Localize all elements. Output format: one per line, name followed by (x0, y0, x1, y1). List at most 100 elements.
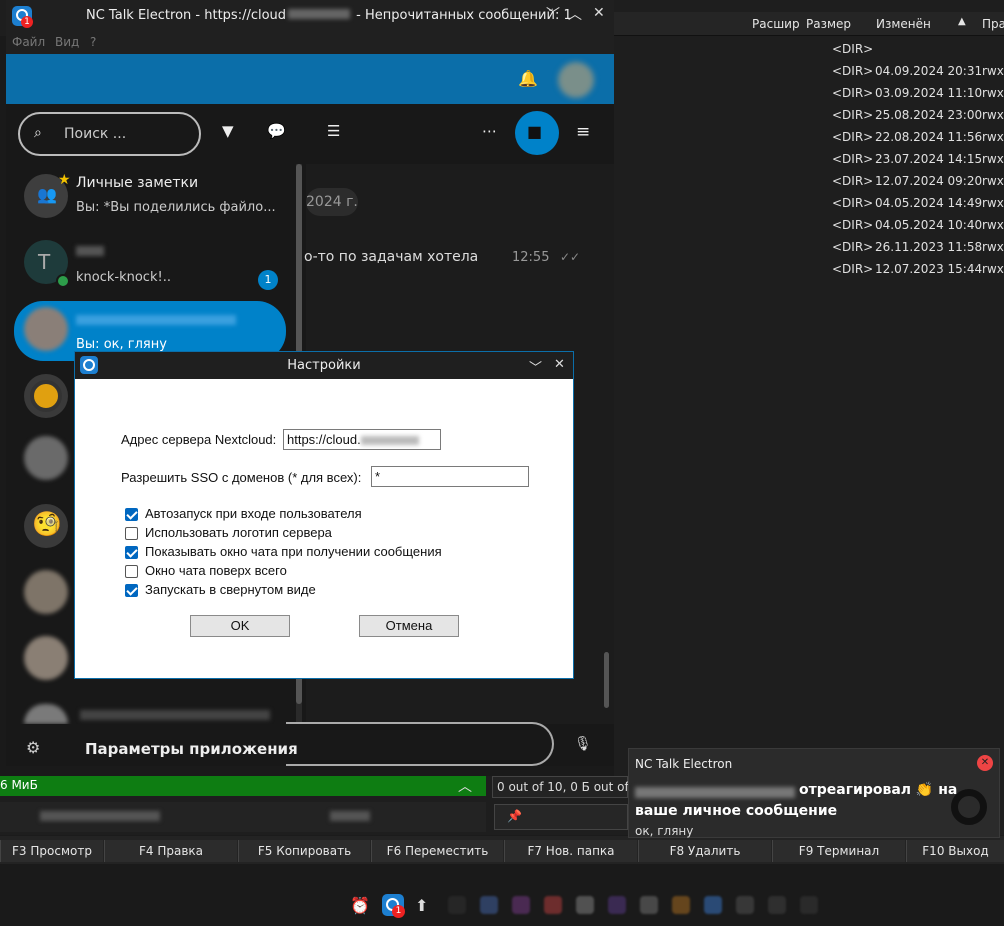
fkey-button[interactable]: F8 Удалить (638, 840, 771, 862)
app-settings-label[interactable]: Параметры приложения (85, 740, 298, 758)
toast-notification[interactable]: NC Talk Electron ✕ отреагировал 👏 на ваш… (628, 748, 1000, 838)
tray-app-icon[interactable] (448, 896, 466, 914)
row-size: <DIR> (832, 196, 874, 210)
alarm-icon[interactable]: ⏰ (350, 896, 370, 915)
column-size[interactable]: Размер (806, 17, 851, 31)
file-row[interactable]: <DIR> 04.09.2024 20:31 rwx (614, 60, 1004, 82)
row-date: 26.11.2023 11:58 (875, 240, 983, 254)
fkey-button[interactable]: F3 Просмотр (0, 840, 103, 862)
option-checkbox[interactable] (125, 508, 138, 521)
minimize-icon[interactable]: ﹀ (546, 4, 560, 24)
settings-gear-icon[interactable]: ⚙ (26, 738, 40, 757)
conversation-item[interactable]: T knock-knock!.. 1 (14, 234, 286, 292)
tray-app-icon[interactable] (672, 896, 690, 914)
avatar[interactable]: 🧐 (24, 504, 68, 548)
chat-scrollbar[interactable] (604, 652, 609, 708)
video-call-button[interactable]: ■ (515, 111, 559, 155)
avatar[interactable] (24, 570, 68, 614)
row-date: 04.09.2024 20:31 (875, 64, 983, 78)
fkey-button[interactable]: F7 Нов. папка (504, 840, 637, 862)
file-row[interactable]: <DIR> 04.05.2024 14:49 rwx (614, 192, 1004, 214)
option-checkbox[interactable] (125, 565, 138, 578)
bot-avatar[interactable] (24, 374, 68, 418)
menu-icon[interactable]: ≡ (576, 122, 590, 142)
status-counter: 0 out of 10, 0 Б out of (492, 776, 629, 798)
menu-file[interactable]: Файл (12, 35, 45, 49)
file-row[interactable]: <DIR> 03.09.2024 11:10 rwx (614, 82, 1004, 104)
notifications-bell-icon[interactable]: 🔔 (518, 69, 538, 88)
option-checkbox[interactable] (125, 527, 138, 540)
toolbar: ⌕ Поиск ... ▼ 💬 ☰ ⋯ ■ ≡ (6, 104, 614, 164)
close-icon[interactable]: ✕ (593, 5, 605, 21)
chevron-down-icon[interactable]: ﹀ (529, 357, 542, 376)
new-conversation-icon[interactable]: 💬 (267, 122, 286, 140)
row-size: <DIR> (832, 152, 874, 166)
menu-help[interactable]: ? (90, 35, 96, 49)
file-row[interactable]: <DIR> 12.07.2024 09:20 rwx (614, 170, 1004, 192)
file-row[interactable]: <DIR> 25.08.2024 23:00 rwx (614, 104, 1004, 126)
row-date: 04.05.2024 14:49 (875, 196, 983, 210)
menu-view[interactable]: Вид (55, 35, 79, 49)
column-ext[interactable]: Расшир (752, 17, 800, 31)
file-row[interactable]: <DIR> 12.07.2023 15:44 rwx (614, 258, 1004, 280)
tray-app-icon[interactable] (576, 896, 594, 914)
search-input[interactable]: ⌕ Поиск ... (18, 112, 201, 156)
close-icon[interactable]: ✕ (977, 755, 993, 771)
avatar[interactable] (24, 636, 68, 680)
fkey-button[interactable]: F10 Выход (906, 840, 1004, 862)
server-address-input[interactable]: https://cloud. (283, 429, 441, 450)
more-options-icon[interactable]: ⋯ (482, 122, 497, 140)
fkey-button[interactable]: F6 Переместить (371, 840, 503, 862)
fkey-button[interactable]: F5 Копировать (238, 840, 370, 862)
tray-app-icon[interactable] (512, 896, 530, 914)
app-logo-icon: 1 (12, 6, 33, 28)
disk-usage-bar: 6 МиБ ︿ (0, 776, 486, 796)
option-label[interactable]: Автозапуск при входе пользователя (145, 506, 362, 521)
sidebar-toggle-icon[interactable]: ☰ (327, 122, 340, 140)
column-modified[interactable]: Изменён (876, 17, 931, 31)
option-label[interactable]: Окно чата поверх всего (145, 563, 287, 578)
tray-app-icon[interactable] (544, 896, 562, 914)
cancel-button[interactable]: Отмена (359, 615, 459, 637)
tray-app-icon[interactable] (480, 896, 498, 914)
fkey-button[interactable]: F9 Терминал (772, 840, 905, 862)
update-icon[interactable]: ⬆ (415, 896, 428, 915)
file-row[interactable]: <DIR> 23.07.2024 14:15 rwx (614, 148, 1004, 170)
file-row[interactable]: <DIR> 26.11.2023 11:58 rwx (614, 236, 1004, 258)
column-attr[interactable]: Пра (982, 17, 1004, 31)
file-row[interactable]: <DIR> 04.05.2024 10:40 rwx (614, 214, 1004, 236)
filter-icon[interactable]: ▼ (222, 122, 234, 140)
favorite-star-icon: ★ (58, 172, 71, 188)
option-label[interactable]: Показывать окно чата при получении сообщ… (145, 544, 442, 559)
tray-app-icon[interactable] (640, 896, 658, 914)
nc-talk-tray-icon[interactable]: 1 (382, 894, 405, 918)
row-size: <DIR> (832, 174, 874, 188)
file-row[interactable]: <DIR> 22.08.2024 11:56 rwx (614, 126, 1004, 148)
chevron-up-icon[interactable]: ︿ (458, 776, 472, 796)
message-input[interactable] (286, 722, 554, 766)
option-label[interactable]: Использовать логотип сервера (145, 525, 332, 540)
option-label[interactable]: Запускать в свернутом виде (145, 582, 316, 597)
row-size: <DIR> (832, 240, 874, 254)
conversation-item[interactable]: 👥 ★ Личные заметки Вы: *Вы поделились фа… (14, 168, 286, 226)
option-checkbox[interactable] (125, 584, 138, 597)
tray-app-icon[interactable] (736, 896, 754, 914)
tray-app-icon[interactable] (768, 896, 786, 914)
avatar[interactable] (24, 704, 68, 724)
close-icon[interactable]: ✕ (554, 357, 565, 372)
fkey-button[interactable]: F4 Правка (104, 840, 237, 862)
maximize-icon[interactable]: ︿ (568, 4, 582, 24)
tray-app-icon[interactable] (704, 896, 722, 914)
option-checkbox[interactable] (125, 546, 138, 559)
tray-app-icon[interactable] (608, 896, 626, 914)
row-attr: rwx (982, 218, 1004, 232)
ok-button[interactable]: OK (190, 615, 290, 637)
user-avatar[interactable] (558, 62, 594, 98)
tray-app-icon[interactable] (800, 896, 818, 914)
microphone-icon[interactable]: 🎙 (574, 736, 592, 752)
file-row[interactable]: <DIR> (614, 38, 1004, 60)
settings-dialog: Настройки ﹀ ✕ Адрес сервера Nextcloud: h… (74, 351, 574, 679)
pin-field[interactable]: 📌 (494, 804, 628, 830)
avatar[interactable] (24, 436, 68, 480)
sso-domains-input[interactable]: * (371, 466, 529, 487)
